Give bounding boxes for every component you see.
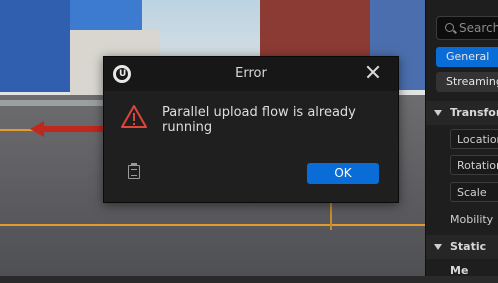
clipboard-icon[interactable] bbox=[128, 163, 140, 179]
building-blue bbox=[0, 0, 70, 92]
section-static-mesh[interactable]: Static Me bbox=[426, 235, 498, 277]
chevron-down-icon bbox=[434, 110, 442, 116]
section-transform[interactable]: Transform bbox=[426, 101, 498, 125]
location-dropdown[interactable]: Location bbox=[450, 129, 498, 149]
close-icon[interactable] bbox=[364, 63, 382, 81]
scale-dropdown[interactable]: Scale bbox=[450, 182, 498, 202]
tab-general[interactable]: General bbox=[436, 47, 498, 67]
ok-button[interactable]: OK bbox=[307, 163, 379, 184]
dialog-title: Error bbox=[235, 66, 267, 81]
chevron-down-icon bbox=[434, 244, 442, 250]
dialog-message: Parallel upload flow is already running bbox=[162, 105, 356, 135]
curb bbox=[0, 100, 110, 106]
error-dialog: U Error Parallel upload flow is already … bbox=[103, 56, 399, 203]
dialog-titlebar: U Error bbox=[104, 57, 398, 91]
details-panel: Search General Streaming Transform Locat… bbox=[425, 0, 498, 277]
road-stripe bbox=[0, 224, 425, 226]
warning-icon bbox=[121, 105, 147, 128]
search-icon bbox=[445, 23, 454, 32]
tab-streaming[interactable]: Streaming bbox=[436, 72, 498, 92]
rotation-dropdown[interactable]: Rotation bbox=[450, 155, 498, 175]
mobility-label: Mobility bbox=[450, 213, 494, 226]
details-search-input[interactable]: Search bbox=[436, 16, 498, 40]
